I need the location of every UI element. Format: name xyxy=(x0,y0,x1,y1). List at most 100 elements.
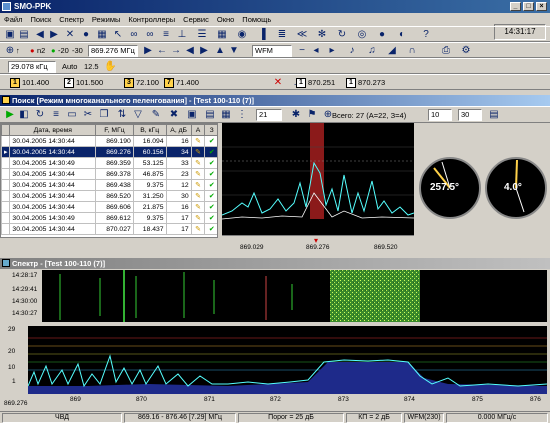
scissors-icon[interactable]: ✂ xyxy=(82,109,94,121)
next-icon[interactable]: ▶ xyxy=(198,45,210,57)
target-icon[interactable]: ◎ xyxy=(356,29,368,41)
pen-icon[interactable]: ✎ xyxy=(190,201,206,213)
pen-icon[interactable]: ✎ xyxy=(190,212,206,224)
go-icon[interactable]: ▶ xyxy=(4,109,16,121)
copy-icon[interactable]: ❐ xyxy=(98,109,110,121)
bars-icon[interactable]: ▐ xyxy=(256,29,268,41)
preset-badge-1[interactable]: 1 xyxy=(10,78,20,88)
menu-search[interactable]: Поиск xyxy=(26,13,55,26)
palette-icon[interactable]: ◉ xyxy=(236,29,248,41)
menu-file[interactable]: Файл xyxy=(0,13,26,26)
pen-icon[interactable]: ✎ xyxy=(190,146,206,158)
check-icon[interactable]: ✔ xyxy=(204,146,217,158)
main-spectrum-panel[interactable] xyxy=(27,326,548,394)
pen-icon[interactable]: ✎ xyxy=(190,179,206,191)
binoculars2-icon[interactable]: ∞ xyxy=(144,29,156,41)
min-spin[interactable]: 10 xyxy=(428,109,452,121)
filter-icon[interactable]: ▽ xyxy=(132,109,144,121)
refresh-icon[interactable]: ↻ xyxy=(336,29,348,41)
hdd-icon[interactable]: ▭ xyxy=(66,109,78,121)
stop-icon[interactable]: ● xyxy=(376,29,388,41)
minus-icon[interactable]: − xyxy=(296,45,308,57)
check-icon[interactable]: ✔ xyxy=(204,135,217,147)
menu-modes[interactable]: Режимы xyxy=(88,13,125,26)
prev-icon[interactable]: ◀ xyxy=(184,45,196,57)
down-icon[interactable]: ▼ xyxy=(228,45,240,57)
pen-icon[interactable]: ✎ xyxy=(190,157,206,169)
printer-icon[interactable]: ⎙ xyxy=(440,45,452,57)
settings-icon[interactable]: ⚙ xyxy=(460,45,472,57)
col-a[interactable]: А xyxy=(190,124,206,136)
col-freq[interactable]: F, МГц xyxy=(95,124,134,136)
preset-4[interactable]: 71.400 xyxy=(176,77,199,89)
check-icon[interactable]: ✔ xyxy=(204,179,217,191)
scan-icon[interactable]: ≡ xyxy=(160,29,172,41)
map-icon[interactable]: ⚑ xyxy=(306,109,318,121)
check-icon[interactable]: ✔ xyxy=(204,212,217,224)
table-row[interactable]: 30.04.2005 14:30:44 870.027 18.437 17 ✎ ✔ xyxy=(1,223,217,235)
table-icon[interactable]: ▦ xyxy=(216,29,228,41)
right-arrow-icon[interactable]: → xyxy=(170,45,182,57)
search-spectrum-panel[interactable] xyxy=(221,123,415,235)
chevron-icon[interactable]: ≪ xyxy=(296,29,308,41)
open-icon[interactable]: ▣ xyxy=(4,29,16,41)
pen-icon[interactable]: ✎ xyxy=(150,109,162,121)
table-row[interactable]: 30.04.2005 14:30:44 869.520 31.250 30 ✎ ✔ xyxy=(1,190,217,202)
menu-spectrum[interactable]: Спектр xyxy=(55,13,88,26)
table-row[interactable]: 30.04.2005 14:30:44 869.438 9.375 12 ✎ ✔ xyxy=(1,179,217,191)
disk-icon[interactable]: ▣ xyxy=(186,109,198,121)
channel-2[interactable]: 870.273 xyxy=(358,77,385,89)
arrow-right-icon[interactable]: ▶ xyxy=(48,29,60,41)
menu-help[interactable]: Помощь xyxy=(238,13,275,26)
scale-left-icon[interactable]: ◂ xyxy=(310,45,322,57)
volume-icon[interactable]: ◢ xyxy=(386,45,398,57)
mute-icon[interactable]: ♫ xyxy=(366,45,378,57)
dots-icon[interactable]: ⋮ xyxy=(236,109,248,121)
binoculars-icon[interactable]: ∞ xyxy=(128,29,140,41)
grid-icon[interactable]: ▦ xyxy=(96,29,108,41)
pen-icon[interactable]: ✎ xyxy=(190,190,206,202)
waterfall-panel[interactable] xyxy=(42,270,547,322)
dial-icon[interactable]: ◐ xyxy=(396,29,408,41)
preset-3[interactable]: 72.100 xyxy=(136,77,159,89)
left-arrow-icon[interactable]: ← xyxy=(156,45,168,57)
table-row[interactable]: 30.04.2005 14:30:49 869.612 9.375 17 ✎ ✔ xyxy=(1,212,217,224)
cursor-icon[interactable]: ↖ xyxy=(112,29,124,41)
stack-icon[interactable]: ≣ xyxy=(276,29,288,41)
preset-2[interactable]: 101.500 xyxy=(76,77,103,89)
frequency-field[interactable]: 869.276 МГц xyxy=(88,45,138,57)
threshold-spin[interactable]: 21 xyxy=(256,109,282,121)
table-row[interactable]: 30.04.2005 14:30:49 869.359 53.125 33 ✎ ✔ xyxy=(1,157,217,169)
check-icon[interactable]: ✔ xyxy=(204,168,217,180)
preset-1[interactable]: 101.400 xyxy=(22,77,49,89)
sliders-icon[interactable]: ≡ xyxy=(50,109,62,121)
del-icon[interactable]: ✖ xyxy=(168,109,180,121)
gear-icon[interactable]: ✻ xyxy=(316,29,328,41)
up-icon[interactable]: ▲ xyxy=(214,45,226,57)
col-datetime[interactable]: Дата, время xyxy=(9,124,97,136)
col-bw[interactable]: В, кГц xyxy=(132,124,167,136)
menu-window[interactable]: Окно xyxy=(213,13,238,26)
calc-icon[interactable]: ▦ xyxy=(220,109,232,121)
help-icon[interactable]: ? xyxy=(420,29,432,41)
pen-icon[interactable]: ✎ xyxy=(190,135,206,147)
range-icon[interactable]: ▤ xyxy=(488,109,500,121)
pen-icon[interactable]: ✎ xyxy=(190,223,206,235)
check-icon[interactable]: ✔ xyxy=(204,190,217,202)
step-field[interactable]: 29.078 кГц xyxy=(8,61,56,73)
preset-badge-3[interactable]: 3 xyxy=(124,78,134,88)
menu-service[interactable]: Сервис xyxy=(179,13,213,26)
check-icon[interactable]: ✔ xyxy=(204,223,217,235)
hand-icon[interactable]: ✋ xyxy=(104,61,116,73)
phones-icon[interactable]: ∩ xyxy=(406,45,418,57)
channel-badge-1[interactable]: 1 xyxy=(296,78,306,88)
record-icon[interactable]: ● xyxy=(80,29,92,41)
max-spin[interactable]: 30 xyxy=(458,109,482,121)
pen-icon[interactable]: ✎ xyxy=(190,168,206,180)
clear-icon[interactable]: ✕ xyxy=(272,77,284,89)
preset-badge-2[interactable]: 2 xyxy=(64,78,74,88)
table-row[interactable]: 30.04.2005 14:30:44 869.606 21.875 16 ✎ ✔ xyxy=(1,201,217,213)
table-row[interactable]: ▸ 30.04.2005 14:30:44 869.276 60.156 34 ✎ ✔ xyxy=(1,146,217,158)
table-row[interactable]: 30.04.2005 14:30:44 869.190 16.094 16 ✎ ✔ xyxy=(1,135,217,147)
sort-icon[interactable]: ⇅ xyxy=(116,109,128,121)
